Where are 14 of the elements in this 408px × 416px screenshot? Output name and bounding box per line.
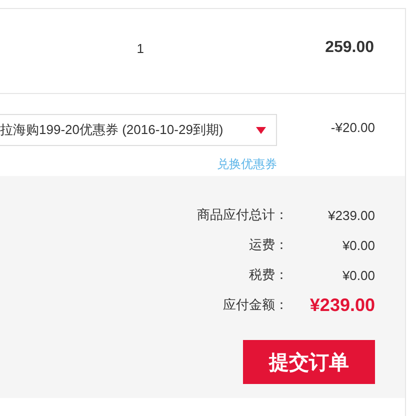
- submit-order-button[interactable]: 提交订单: [243, 340, 375, 384]
- coupon-discount: -¥20.00: [330, 120, 376, 137]
- total-amount: ¥239.00: [308, 294, 376, 316]
- summary-label: 税费：: [248, 266, 288, 284]
- summary-value: ¥0.00: [341, 268, 376, 282]
- dropdown-arrow-icon: [256, 126, 266, 134]
- summary-label: 运费：: [248, 236, 288, 254]
- summary-label: 商品应付总计：: [196, 206, 288, 224]
- subtotal-price: 259.00: [324, 39, 375, 57]
- quantity: 1: [136, 40, 144, 56]
- summary-value: ¥239.00: [327, 208, 376, 222]
- coupon-select[interactable]: 拉海购199-20优惠券 (2016-10-29到期): [0, 114, 277, 146]
- summary-value: ¥0.00: [341, 238, 376, 252]
- summary-label: 应付金额：: [222, 296, 288, 314]
